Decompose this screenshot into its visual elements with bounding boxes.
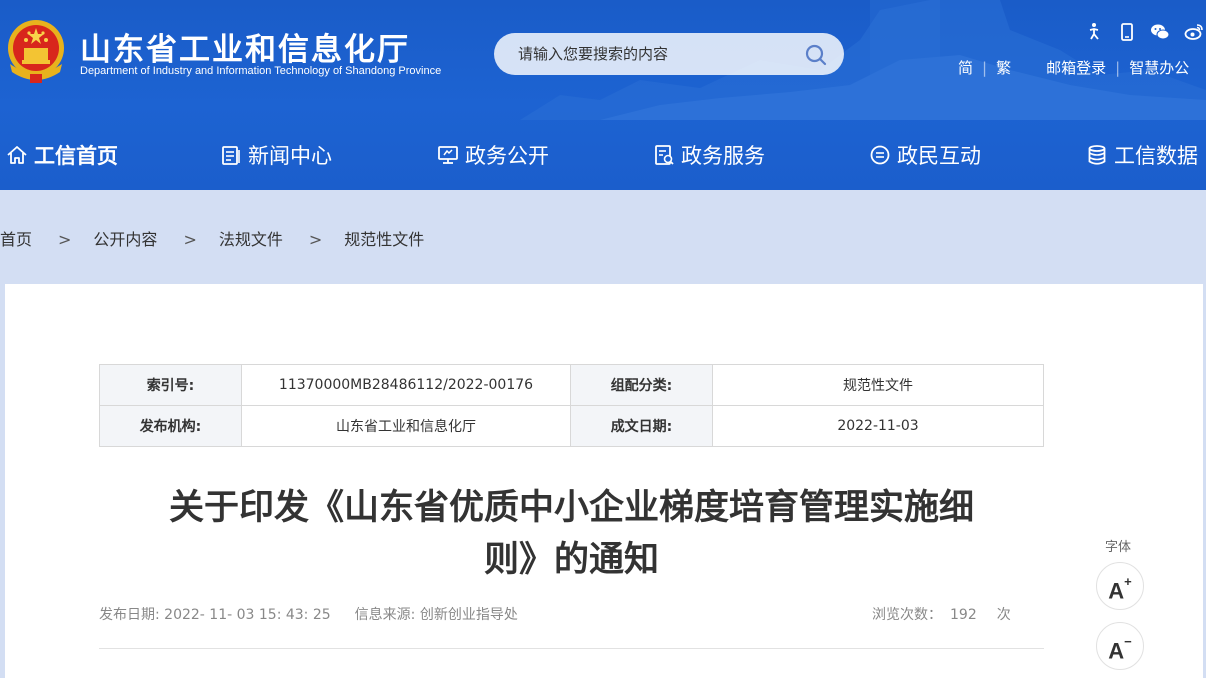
category-label: 组配分类: [570, 364, 713, 406]
search-input[interactable] [494, 33, 794, 75]
category-value: 规范性文件 [712, 364, 1044, 406]
search-icon[interactable] [804, 43, 828, 67]
separator: | [1115, 59, 1121, 77]
nav-label: 政民互动 [897, 144, 981, 168]
info-source: 信息来源: 创新创业指导处 [354, 607, 518, 623]
search-box [494, 33, 844, 75]
utility-icons [1084, 22, 1206, 44]
nav-item-gov-affairs[interactable]: 政务公开 [437, 140, 549, 170]
views-unit: 次 [996, 607, 1011, 623]
font-decrease-button[interactable]: A− [1096, 622, 1144, 670]
index-label: 索引号: [99, 364, 242, 406]
minus-icon: − [1124, 634, 1132, 649]
main-nav: 工信首页 新闻中心 政务公开 政务服务 政民互动 工信数据 [0, 128, 1206, 180]
monitor-icon [438, 146, 458, 164]
view-count: 浏览次数： 192 次 [872, 604, 1011, 624]
breadcrumb-public-content[interactable]: 公开内容 [93, 230, 157, 249]
simplified-chinese-link[interactable]: 简 [958, 59, 973, 77]
publish-date: 发布日期: 2022- 11- 03 15: 43: 25 [99, 607, 331, 623]
font-decrease-letter: A [1108, 638, 1125, 664]
national-emblem-logo [8, 20, 64, 83]
font-increase-button[interactable]: A+ [1096, 562, 1144, 610]
breadcrumb: 首页 > 公开内容 > 法规文件 > 规范性文件 [0, 226, 424, 250]
home-icon [7, 146, 27, 164]
nav-item-data[interactable]: 工信数据 [1086, 140, 1198, 170]
index-value: 11370000MB28486112/2022-00176 [241, 364, 571, 406]
plus-icon: + [1124, 574, 1132, 589]
separator: | [982, 59, 988, 77]
nav-label: 政务公开 [465, 144, 549, 168]
table-row: 索引号: 11370000MB28486112/2022-00176 组配分类:… [99, 364, 1044, 406]
breadcrumb-separator: > [58, 230, 72, 249]
date-value: 2022-11-03 [712, 405, 1044, 447]
wechat-icon[interactable] [1150, 22, 1170, 42]
breadcrumb-regulations[interactable]: 法规文件 [219, 230, 283, 249]
site-title: 山东省工业和信息化厅 [80, 32, 410, 68]
font-increase-letter: A [1108, 578, 1125, 604]
nav-label: 新闻中心 [248, 144, 332, 168]
article-title-line-2: 则》的通知 [483, 540, 659, 580]
site-header: 山东省工业和信息化厅 Department of Industry and In… [0, 0, 1206, 190]
news-icon [222, 146, 240, 165]
utility-links: 简|繁|邮箱登录|智慧办公 [958, 57, 1189, 78]
accessibility-icon[interactable] [1084, 22, 1104, 42]
article-panel: 索引号: 11370000MB28486112/2022-00176 组配分类:… [5, 284, 1203, 678]
nav-label: 工信数据 [1114, 144, 1198, 168]
database-icon [1088, 145, 1106, 165]
traditional-chinese-link[interactable]: 繁 [996, 59, 1011, 77]
nav-label: 政务服务 [681, 144, 765, 168]
publisher-label: 发布机构: [99, 405, 242, 447]
document-meta-table: 索引号: 11370000MB28486112/2022-00176 组配分类:… [99, 364, 1044, 447]
breadcrumb-normative-docs[interactable]: 规范性文件 [344, 230, 424, 249]
smart-office-link[interactable]: 智慧办公 [1129, 59, 1189, 77]
font-size-label: 字体 [1105, 540, 1132, 555]
site-subtitle: Department of Industry and Information T… [80, 65, 442, 77]
chat-icon [870, 145, 890, 165]
divider [99, 648, 1044, 649]
breadcrumb-home[interactable]: 首页 [0, 230, 32, 249]
mail-login-link[interactable]: 邮箱登录 [1046, 59, 1106, 77]
service-icon [655, 145, 674, 165]
nav-item-home[interactable]: 工信首页 [6, 140, 118, 170]
breadcrumb-separator: > [183, 230, 197, 249]
breadcrumb-separator: > [308, 230, 323, 249]
article-title: 关于印发《山东省优质中小企业梯度培育管理实施细 则》的通知 [99, 482, 1044, 586]
mobile-icon[interactable] [1117, 22, 1137, 42]
article-title-line-1: 关于印发《山东省优质中小企业梯度培育管理实施细 [168, 488, 974, 528]
nav-item-interaction[interactable]: 政民互动 [869, 140, 981, 170]
views-number: 192 [950, 607, 977, 623]
article-info: 发布日期: 2022- 11- 03 15: 43: 25 信息来源: 创新创业指… [99, 604, 1044, 624]
views-label: 浏览次数： [872, 607, 942, 623]
weibo-icon[interactable] [1184, 22, 1204, 42]
publisher-value: 山东省工业和信息化厅 [241, 405, 571, 447]
nav-item-news[interactable]: 新闻中心 [220, 140, 332, 170]
nav-item-gov-services[interactable]: 政务服务 [653, 140, 765, 170]
date-label: 成文日期: [570, 405, 713, 447]
table-row: 发布机构: 山东省工业和信息化厅 成文日期: 2022-11-03 [99, 405, 1044, 447]
nav-label: 工信首页 [34, 144, 118, 168]
